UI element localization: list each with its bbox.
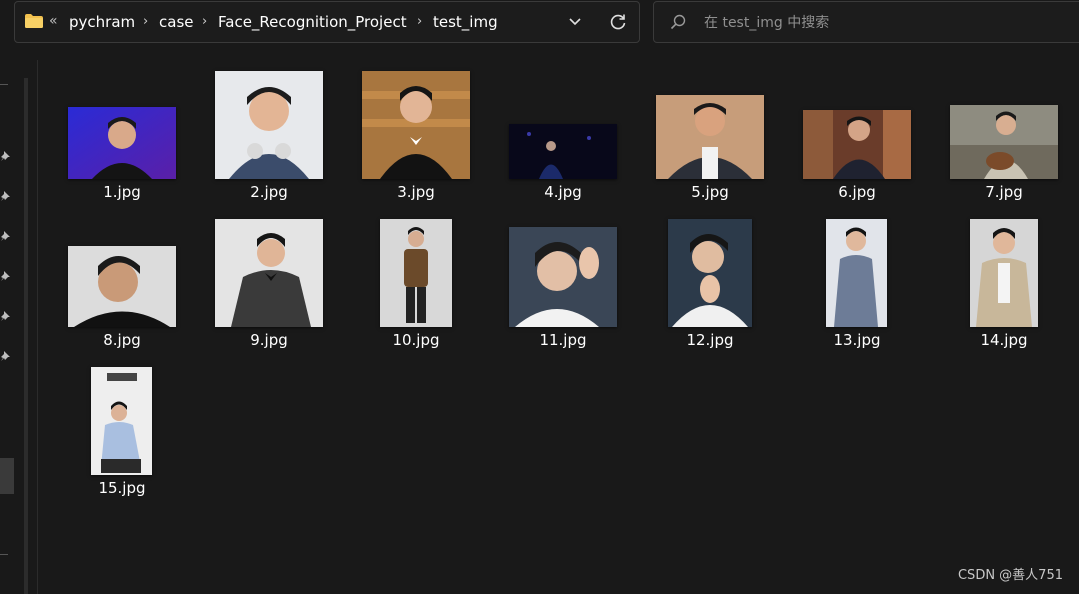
toolbar: « pychram › case › Face_Recognition_Proj… xyxy=(0,0,1079,50)
navigation-pane xyxy=(0,50,38,594)
file-item[interactable]: 3.jpg xyxy=(346,66,486,206)
image-thumbnail xyxy=(380,219,452,327)
file-item[interactable]: 2.jpg xyxy=(199,66,339,206)
file-item[interactable]: 11.jpg xyxy=(493,214,633,354)
pin-icon[interactable] xyxy=(0,350,12,362)
file-name[interactable]: 3.jpg xyxy=(346,182,486,202)
image-thumbnail xyxy=(668,219,752,327)
file-item[interactable]: 4.jpg xyxy=(493,66,633,206)
pin-icon[interactable] xyxy=(0,190,12,202)
refresh-icon[interactable] xyxy=(609,13,627,31)
nav-item-selected[interactable] xyxy=(0,458,14,494)
image-thumbnail xyxy=(91,367,152,475)
file-name[interactable]: 5.jpg xyxy=(640,182,780,202)
file-item[interactable]: 12.jpg xyxy=(640,214,780,354)
breadcrumb-item-pychram[interactable]: pychram xyxy=(69,12,135,32)
file-item[interactable]: 8.jpg xyxy=(52,214,192,354)
breadcrumb-item-test-img[interactable]: test_img xyxy=(433,12,498,32)
file-name[interactable]: 14.jpg xyxy=(934,330,1074,350)
image-thumbnail xyxy=(215,219,323,327)
file-item[interactable]: 10.jpg xyxy=(346,214,486,354)
file-name[interactable]: 13.jpg xyxy=(787,330,927,350)
file-name[interactable]: 8.jpg xyxy=(52,330,192,350)
image-thumbnail xyxy=(509,227,617,327)
image-thumbnail xyxy=(656,95,764,179)
file-name[interactable]: 10.jpg xyxy=(346,330,486,350)
file-item[interactable]: 9.jpg xyxy=(199,214,339,354)
pin-icon[interactable] xyxy=(0,270,12,282)
image-thumbnail xyxy=(970,219,1038,327)
divider xyxy=(0,84,8,85)
search-placeholder: 在 test_img 中搜索 xyxy=(704,15,830,31)
chevron-right-icon[interactable]: › xyxy=(143,12,148,32)
pin-icon[interactable] xyxy=(0,310,12,322)
pane-divider[interactable] xyxy=(37,60,38,594)
image-thumbnail xyxy=(68,246,176,327)
image-thumbnail xyxy=(68,107,176,179)
file-item[interactable]: 5.jpg xyxy=(640,66,780,206)
file-name[interactable]: 4.jpg xyxy=(493,182,633,202)
search-icon xyxy=(670,14,686,30)
file-item[interactable]: 6.jpg xyxy=(787,66,927,206)
file-name[interactable]: 9.jpg xyxy=(199,330,339,350)
file-item[interactable]: 7.jpg xyxy=(934,66,1074,206)
address-bar[interactable]: « pychram › case › Face_Recognition_Proj… xyxy=(14,1,640,43)
chevron-down-icon[interactable] xyxy=(567,14,583,30)
divider xyxy=(0,554,8,555)
image-thumbnail xyxy=(509,124,617,179)
file-name[interactable]: 7.jpg xyxy=(934,182,1074,202)
image-thumbnail xyxy=(826,219,887,327)
scrollbar[interactable] xyxy=(24,78,28,594)
image-thumbnail xyxy=(362,71,470,179)
file-item[interactable]: 14.jpg xyxy=(934,214,1074,354)
breadcrumb-item-case[interactable]: case xyxy=(159,12,193,32)
chevron-right-icon[interactable]: › xyxy=(417,12,422,32)
image-thumbnail xyxy=(803,110,911,179)
file-item[interactable]: 15.jpg xyxy=(52,362,192,502)
pin-icon[interactable] xyxy=(0,230,12,242)
search-input[interactable]: 在 test_img 中搜索 xyxy=(653,1,1079,43)
file-name[interactable]: 1.jpg xyxy=(52,182,192,202)
file-name[interactable]: 11.jpg xyxy=(493,330,633,350)
file-name[interactable]: 12.jpg xyxy=(640,330,780,350)
chevron-right-icon[interactable]: › xyxy=(202,12,207,32)
file-item[interactable]: 1.jpg xyxy=(52,66,192,206)
breadcrumb-item-face-recognition-project[interactable]: Face_Recognition_Project xyxy=(218,12,407,32)
image-thumbnail xyxy=(950,105,1058,179)
file-name[interactable]: 15.jpg xyxy=(52,478,192,498)
file-name[interactable]: 6.jpg xyxy=(787,182,927,202)
file-item[interactable]: 13.jpg xyxy=(787,214,927,354)
image-thumbnail xyxy=(215,71,323,179)
file-name[interactable]: 2.jpg xyxy=(199,182,339,202)
folder-icon xyxy=(25,14,43,28)
pin-icon[interactable] xyxy=(0,150,12,162)
watermark: CSDN @善人751 xyxy=(957,568,1063,583)
breadcrumb-overflow-icon[interactable]: « xyxy=(49,11,58,31)
